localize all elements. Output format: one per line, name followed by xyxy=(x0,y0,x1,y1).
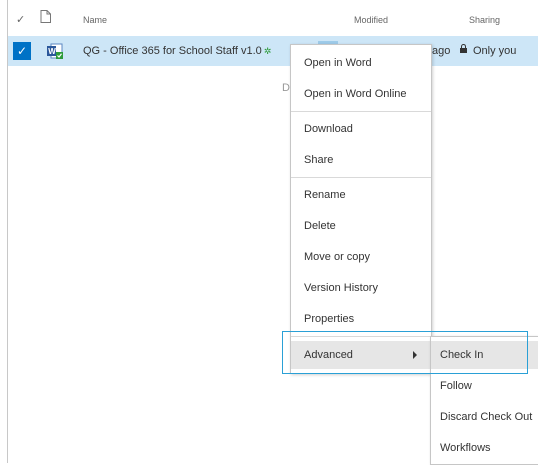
menu-item-workflows[interactable]: Workflows xyxy=(431,434,538,462)
list-header: ✓ Name Modified Sharing xyxy=(8,0,538,36)
menu-item-open-in-word[interactable]: Open in Word xyxy=(291,49,431,77)
menu-item-share[interactable]: Share xyxy=(291,146,431,174)
svg-text:W: W xyxy=(48,47,56,56)
file-name[interactable]: QG - Office 365 for School Staff v1.0 ✲ xyxy=(83,45,271,57)
partially-hidden-text: D xyxy=(282,82,290,94)
menu-item-advanced-label: Advanced xyxy=(304,349,353,361)
menu-item-follow[interactable]: Follow xyxy=(431,372,538,400)
column-header-sharing[interactable]: Sharing xyxy=(469,15,500,25)
row-select-checkbox[interactable]: ✓ xyxy=(13,42,31,60)
menu-item-discard-check-out[interactable]: Discard Check Out xyxy=(431,403,538,431)
sharing-value: Only you xyxy=(460,44,517,57)
menu-divider xyxy=(291,111,431,112)
new-file-icon: ✲ xyxy=(263,46,272,56)
lock-icon xyxy=(460,44,467,53)
select-all-checkmark[interactable]: ✓ xyxy=(16,13,25,26)
menu-item-advanced[interactable]: Advanced xyxy=(291,341,431,369)
file-type-column-icon[interactable] xyxy=(40,10,51,25)
modified-value: ago xyxy=(432,45,451,57)
menu-item-move-or-copy[interactable]: Move or copy xyxy=(291,243,431,271)
menu-divider xyxy=(291,336,431,337)
sharing-text: Only you xyxy=(473,45,517,57)
column-header-name[interactable]: Name xyxy=(83,15,107,25)
file-name-text[interactable]: QG - Office 365 for School Staff v1.0 xyxy=(83,45,262,57)
menu-item-check-in[interactable]: Check In xyxy=(431,341,538,369)
menu-item-delete[interactable]: Delete xyxy=(291,212,431,240)
table-row[interactable]: ✓ W QG - Office 365 for School Staff v1.… xyxy=(8,36,538,66)
submenu-arrow-icon xyxy=(413,351,417,359)
menu-divider xyxy=(291,177,431,178)
document-library-page: ✓ Name Modified Sharing ✓ W QG - Office … xyxy=(0,0,538,465)
frame-border xyxy=(7,0,8,463)
menu-item-properties[interactable]: Properties xyxy=(291,305,431,333)
word-document-icon: W xyxy=(46,42,64,60)
context-menu: Open in Word Open in Word Online Downloa… xyxy=(290,44,432,374)
menu-item-version-history[interactable]: Version History xyxy=(291,274,431,302)
column-header-modified[interactable]: Modified xyxy=(354,15,388,25)
menu-item-download[interactable]: Download xyxy=(291,115,431,143)
menu-item-open-in-word-online[interactable]: Open in Word Online xyxy=(291,80,431,108)
menu-item-rename[interactable]: Rename xyxy=(291,181,431,209)
advanced-submenu: Check In Follow Discard Check Out Workfl… xyxy=(430,336,538,465)
